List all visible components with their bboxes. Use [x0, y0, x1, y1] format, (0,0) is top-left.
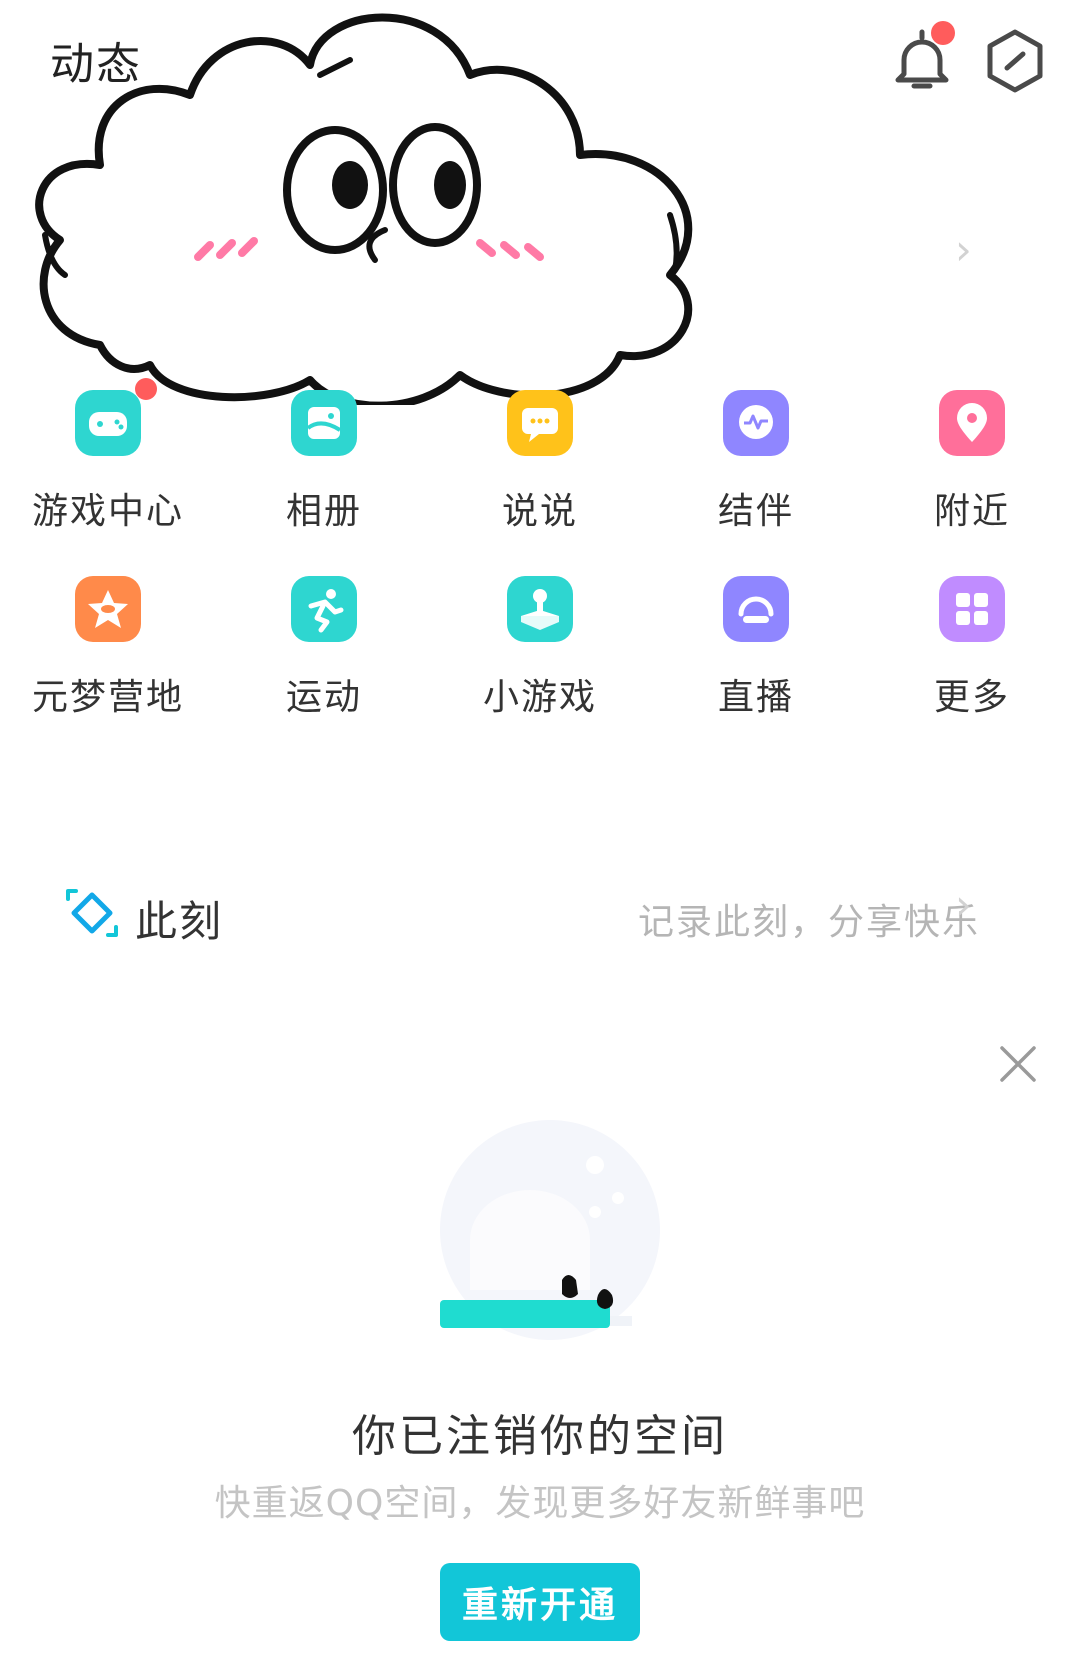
- joystick-icon: [507, 576, 573, 642]
- empty-state-subtitle: 快重返QQ空间，发现更多好友新鲜事吧: [214, 1483, 866, 1524]
- location-pin-icon: [939, 390, 1005, 456]
- sparkle-diamond-icon: [66, 889, 118, 937]
- running-icon: [291, 576, 357, 642]
- heartbeat-chat-icon: [723, 390, 789, 456]
- hexagon-icon[interactable]: [985, 28, 1045, 94]
- app-label: 运动: [285, 677, 362, 718]
- app-label: 直播: [717, 677, 794, 718]
- app-label: 元梦营地: [31, 677, 184, 718]
- app-yuanmeng-camp[interactable]: 元梦营地: [0, 576, 216, 746]
- app-label: 说说: [501, 491, 578, 532]
- app-label: 更多: [933, 677, 1010, 718]
- app-mini-games[interactable]: 小游戏: [432, 576, 648, 746]
- moment-title: 此刻: [135, 897, 224, 946]
- close-icon[interactable]: [998, 1044, 1038, 1084]
- empty-state-title: 你已注销你的空间: [352, 1411, 728, 1462]
- chevron-right-icon[interactable]: ›: [955, 225, 972, 274]
- app-label: 游戏中心: [31, 491, 184, 532]
- grid-more-icon: [939, 576, 1005, 642]
- app-live[interactable]: 直播: [648, 576, 864, 746]
- chat-bubble-icon: [507, 390, 573, 456]
- app-label: 相册: [285, 491, 362, 532]
- empty-space-illustration: [440, 1120, 660, 1340]
- photo-album-icon: [291, 390, 357, 456]
- app-nearby[interactable]: 附近: [864, 390, 1080, 560]
- cloud-sticker-image: [35, 13, 693, 405]
- live-icon: [723, 576, 789, 642]
- app-label: 结伴: [717, 491, 794, 532]
- chevron-right-icon[interactable]: ›: [955, 880, 972, 929]
- app-shuoshuo[interactable]: 说说: [432, 390, 648, 560]
- moment-hint[interactable]: 记录此刻，分享快乐: [638, 893, 980, 945]
- app-game-center[interactable]: 游戏中心: [0, 378, 216, 560]
- app-more[interactable]: 更多: [864, 576, 1080, 746]
- gamepad-icon: [75, 378, 157, 456]
- app-label: 小游戏: [482, 677, 597, 718]
- star-cat-icon: [75, 576, 141, 642]
- app-companion[interactable]: 结伴: [648, 390, 864, 560]
- badge-dot: [135, 378, 157, 400]
- app-sports[interactable]: 运动: [216, 576, 432, 746]
- app-album[interactable]: 相册: [216, 390, 432, 560]
- reopen-button[interactable]: 重新开通: [440, 1563, 640, 1641]
- notification-dot: [931, 21, 955, 45]
- app-label: 附近: [933, 491, 1010, 532]
